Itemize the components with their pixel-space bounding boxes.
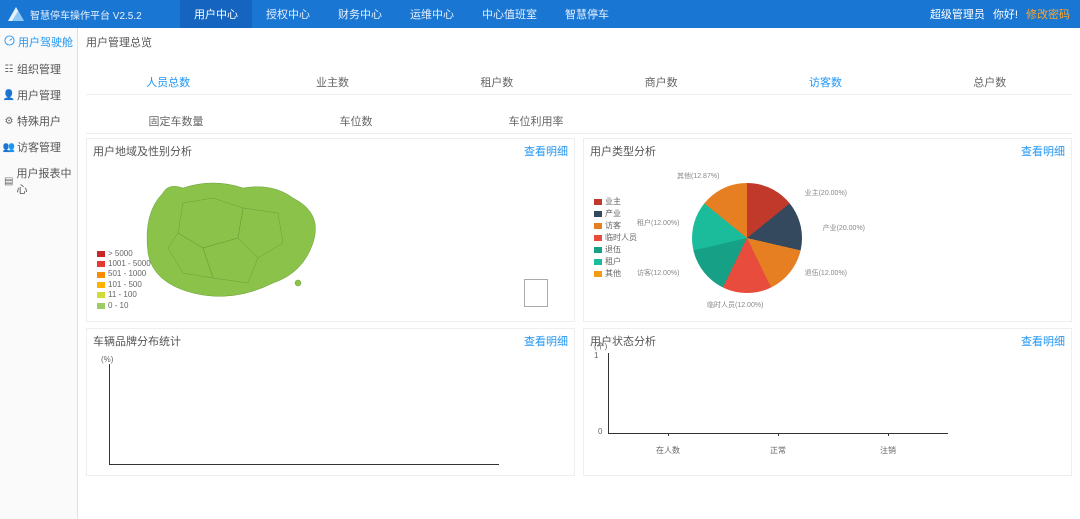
panel-map-detail-link[interactable]: 查看明细 xyxy=(524,143,568,159)
change-password-link[interactable]: 修改密码 xyxy=(1026,6,1070,22)
nav-duty-room[interactable]: 中心值班室 xyxy=(468,0,551,28)
sidebar: 用户驾驶舱 ☷ 组织管理 👤 用户管理 ⚙ 特殊用户 👥 访客管理 ▤ 用户报表… xyxy=(0,28,78,519)
stat-total-households[interactable]: 总户数 xyxy=(908,74,1072,90)
panel-map: 用户地域及性别分析 查看明细 > 5000 1001 - 5000 501 - xyxy=(86,138,575,322)
nav-auth-center[interactable]: 授权中心 xyxy=(252,0,324,28)
nav-smart-parking[interactable]: 智慧停车 xyxy=(551,0,623,28)
nav-ops-center[interactable]: 运维中心 xyxy=(396,0,468,28)
logo: 智慧停车操作平台 V2.5.2 xyxy=(0,5,180,23)
panel-map-title: 用户地域及性别分析 xyxy=(93,143,192,159)
stats-row-2: 固定车数量 车位数 车位利用率 xyxy=(86,95,1072,134)
panel-userstatus: 用户状态分析 查看明细 (个) 1 0 xyxy=(583,328,1072,476)
greeting: 你好! xyxy=(993,6,1018,22)
panel-usertype: 用户类型分析 查看明细 业主 产业 访客 临时人员 退伍 租户 其他 xyxy=(583,138,1072,322)
top-right: 超级管理员 你好! 修改密码 xyxy=(930,6,1080,22)
nav-user-center[interactable]: 用户中心 xyxy=(180,0,252,28)
logo-text: 智慧停车操作平台 V2.5.2 xyxy=(30,7,142,22)
panel-brand-title: 车辆品牌分布统计 xyxy=(93,333,181,349)
panel-usertype-title: 用户类型分析 xyxy=(590,143,656,159)
stat-total-people[interactable]: 人员总数 xyxy=(86,74,250,90)
stat-tenant[interactable]: 租户数 xyxy=(415,74,579,90)
stat-visitor[interactable]: 访客数 xyxy=(743,74,907,90)
stat-spot-count: 车位数 xyxy=(266,113,446,129)
top-bar: 智慧停车操作平台 V2.5.2 用户中心 授权中心 财务中心 运维中心 中心值班… xyxy=(0,0,1080,28)
top-nav: 用户中心 授权中心 财务中心 运维中心 中心值班室 智慧停车 xyxy=(180,0,623,28)
brand-chart-x-axis xyxy=(109,464,499,465)
stat-spot-rate: 车位利用率 xyxy=(446,113,626,129)
pie-chart-circle xyxy=(692,183,802,293)
china-map-icon xyxy=(123,163,343,313)
panel-userstatus-detail-link[interactable]: 查看明细 xyxy=(1021,333,1065,349)
userstatus-bar-chart: (个) 1 0 在人数 正常 xyxy=(594,353,974,453)
sidebar-item-report[interactable]: ▤ 用户报表中心 xyxy=(0,160,77,202)
sidebar-header[interactable]: 用户驾驶舱 xyxy=(0,28,77,56)
user-role: 超级管理员 xyxy=(930,6,985,22)
stat-merchant[interactable]: 商户数 xyxy=(579,74,743,90)
main-content: 用户管理总览 人员总数 业主数 租户数 商户数 访客数 总户数 固定车数量 车位… xyxy=(78,28,1080,519)
sitemap-icon: ☷ xyxy=(4,64,14,74)
pie-chart: 业主(20.00%) 产业(20.00%) 退伍(12.00%) 临时人员(12… xyxy=(647,168,847,308)
sidebar-item-visitor[interactable]: 👥 访客管理 xyxy=(0,134,77,160)
panel-brand: 车辆品牌分布统计 查看明细 (%) xyxy=(86,328,575,476)
gear-icon: ⚙ xyxy=(4,116,14,126)
panel-usertype-detail-link[interactable]: 查看明细 xyxy=(1021,143,1065,159)
stat-owner[interactable]: 业主数 xyxy=(250,74,414,90)
nav-finance-center[interactable]: 财务中心 xyxy=(324,0,396,28)
logo-icon xyxy=(6,5,26,23)
sidebar-item-user[interactable]: 👤 用户管理 xyxy=(0,82,77,108)
breadcrumb: 用户管理总览 xyxy=(86,32,1072,52)
map-legend: > 5000 1001 - 5000 501 - 1000 101 - 500 … xyxy=(97,249,151,311)
users-icon: 👥 xyxy=(4,142,14,152)
panel-brand-detail-link[interactable]: 查看明细 xyxy=(524,333,568,349)
file-icon: ▤ xyxy=(4,176,13,186)
sidebar-item-org[interactable]: ☷ 组织管理 xyxy=(0,56,77,82)
mini-map xyxy=(524,279,548,307)
user-icon: 👤 xyxy=(4,90,14,100)
sidebar-item-special[interactable]: ⚙ 特殊用户 xyxy=(0,108,77,134)
dashboard-icon xyxy=(4,35,15,49)
stats-row-1: 人员总数 业主数 租户数 商户数 访客数 总户数 xyxy=(86,52,1072,95)
brand-chart-y-axis xyxy=(109,364,110,464)
stat-fixed-cars: 固定车数量 xyxy=(86,113,266,129)
pie-legend: 业主 产业 访客 临时人员 退伍 租户 其他 xyxy=(594,196,637,280)
